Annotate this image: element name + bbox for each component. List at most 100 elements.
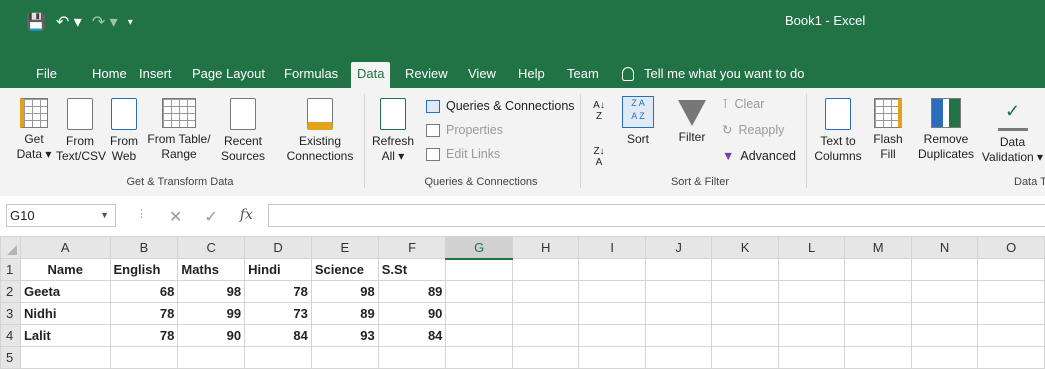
cell[interactable]: 90: [177, 324, 246, 347]
column-header[interactable]: C: [177, 236, 246, 259]
cell[interactable]: [445, 280, 513, 303]
cancel-icon[interactable]: ✕: [169, 207, 182, 227]
column-header[interactable]: B: [109, 236, 179, 259]
row-header[interactable]: 1: [0, 258, 21, 281]
cell[interactable]: Science: [310, 258, 379, 281]
cell[interactable]: [511, 346, 580, 369]
cell[interactable]: [177, 346, 246, 369]
cell[interactable]: [578, 258, 646, 281]
cell[interactable]: [977, 346, 1045, 369]
filter-button[interactable]: Filter: [670, 96, 714, 145]
select-all-corner[interactable]: [0, 236, 21, 259]
cell[interactable]: [844, 258, 912, 281]
column-header[interactable]: M: [844, 236, 912, 259]
column-header[interactable]: L: [777, 236, 846, 259]
cell[interactable]: [445, 346, 513, 369]
existing-connections-button[interactable]: Existing Connections: [282, 98, 358, 164]
text-to-columns-button[interactable]: Text to Columns: [812, 98, 864, 164]
cell[interactable]: 84: [244, 324, 312, 347]
cell[interactable]: [644, 302, 713, 325]
row-header[interactable]: 2: [0, 280, 21, 303]
cell[interactable]: [511, 280, 580, 303]
cell[interactable]: Name: [19, 258, 111, 281]
column-header[interactable]: N: [910, 236, 979, 259]
cell[interactable]: [578, 346, 646, 369]
column-header[interactable]: J: [644, 236, 713, 259]
cell[interactable]: English: [109, 258, 179, 281]
tell-me-box[interactable]: Tell me what you want to do: [622, 62, 804, 88]
edit-links-button[interactable]: Edit Links: [426, 146, 500, 162]
cell[interactable]: [644, 258, 713, 281]
column-header[interactable]: I: [578, 236, 646, 259]
cell[interactable]: 68: [109, 280, 179, 303]
cell[interactable]: 84: [377, 324, 447, 347]
row-header[interactable]: 5: [0, 346, 21, 369]
clear-filter-button[interactable]: ⊺ Clear: [722, 96, 764, 112]
cell[interactable]: [910, 302, 979, 325]
cell[interactable]: 73: [244, 302, 312, 325]
cell[interactable]: [578, 324, 646, 347]
cell[interactable]: [711, 258, 779, 281]
formula-input[interactable]: [268, 204, 1045, 227]
cell[interactable]: [711, 280, 779, 303]
tab-view[interactable]: View: [462, 62, 502, 88]
cell[interactable]: [511, 302, 580, 325]
cell[interactable]: 93: [310, 324, 379, 347]
tab-file[interactable]: File: [30, 62, 63, 88]
from-table-range-button[interactable]: From Table/ Range: [146, 98, 212, 162]
cell[interactable]: 78: [109, 324, 179, 347]
tab-data[interactable]: Data: [351, 62, 391, 88]
cell[interactable]: [377, 346, 447, 369]
undo-icon[interactable]: ↶ ▾: [56, 12, 82, 32]
chevron-down-icon[interactable]: ▼: [100, 205, 109, 226]
cell[interactable]: 98: [177, 280, 246, 303]
cell[interactable]: [977, 258, 1045, 281]
cell[interactable]: 89: [310, 302, 379, 325]
refresh-all-button[interactable]: Refresh All ▾: [370, 98, 416, 164]
cell[interactable]: [977, 280, 1045, 303]
column-header-selected[interactable]: G: [445, 236, 513, 260]
tab-help[interactable]: Help: [512, 62, 551, 88]
cell[interactable]: [310, 346, 379, 369]
column-header[interactable]: A: [19, 236, 111, 259]
column-header[interactable]: K: [711, 236, 779, 259]
column-header[interactable]: F: [377, 236, 447, 259]
cell[interactable]: [910, 258, 979, 281]
tab-home[interactable]: Home: [86, 62, 133, 88]
tab-page-layout[interactable]: Page Layout: [186, 62, 271, 88]
cell[interactable]: [977, 302, 1045, 325]
cell[interactable]: [777, 324, 846, 347]
cell[interactable]: [777, 346, 846, 369]
cell[interactable]: [777, 258, 846, 281]
from-web-button[interactable]: From Web: [106, 98, 142, 164]
column-header[interactable]: E: [310, 236, 379, 259]
cell[interactable]: 98: [310, 280, 379, 303]
cell[interactable]: [910, 346, 979, 369]
cell[interactable]: [19, 346, 111, 369]
data-validation-button[interactable]: ✓ Data Validation ▾: [980, 98, 1045, 165]
flash-fill-button[interactable]: Flash Fill: [870, 98, 906, 162]
advanced-filter-button[interactable]: ▼ Advanced: [722, 148, 796, 164]
cell[interactable]: Hindi: [244, 258, 312, 281]
cell[interactable]: 78: [109, 302, 179, 325]
from-text-csv-button[interactable]: From Text/CSV: [56, 98, 106, 164]
redo-icon[interactable]: ↷ ▾: [92, 12, 118, 32]
cell[interactable]: Geeta: [19, 280, 111, 303]
column-header[interactable]: D: [244, 236, 312, 259]
reapply-button[interactable]: ↻ Reapply: [722, 122, 784, 138]
sort-button[interactable]: Z AA Z Sort: [620, 96, 656, 147]
cell[interactable]: [844, 324, 912, 347]
queries-connections-button[interactable]: Queries & Connections: [426, 98, 575, 114]
tab-insert[interactable]: Insert: [133, 62, 178, 88]
row-header[interactable]: 4: [0, 324, 21, 347]
cell[interactable]: [644, 324, 713, 347]
enter-icon[interactable]: ✓: [204, 207, 217, 227]
cell[interactable]: [977, 324, 1045, 347]
cell[interactable]: [511, 324, 580, 347]
customize-qat-icon[interactable]: ▾: [128, 17, 133, 28]
tab-review[interactable]: Review: [399, 62, 454, 88]
column-header[interactable]: H: [511, 236, 580, 259]
cell[interactable]: 90: [377, 302, 447, 325]
cell[interactable]: [844, 346, 912, 369]
remove-duplicates-button[interactable]: Remove Duplicates: [914, 98, 978, 162]
